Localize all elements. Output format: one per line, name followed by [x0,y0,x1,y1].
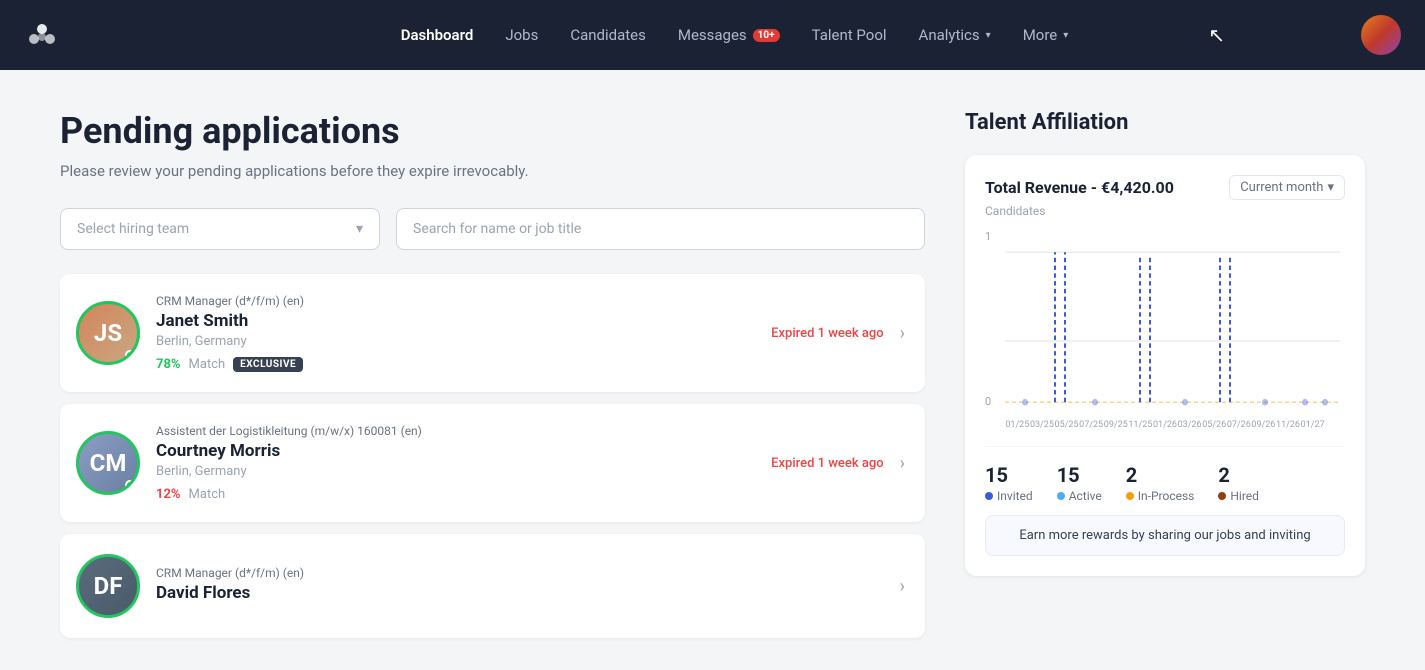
nav-jobs[interactable]: Jobs [505,26,538,44]
candidate-avatar-0: JS [76,301,140,365]
stat-invited: 15 Invited [985,463,1033,503]
stat-active-value: 15 [1057,463,1102,487]
card-chevron-icon-1[interactable]: › [900,453,905,474]
candidate-avatar-2: DF [76,554,140,618]
chart-x-labels: 01/25 03/25 05/25 07/25 09/25 11/25 01/2… [985,420,1345,430]
nav-candidates[interactable]: Candidates [570,26,646,44]
period-chevron-icon: ▾ [1327,180,1334,195]
chart-y-min: 0 [985,395,991,408]
app-status-1: Expired 1 week ago [771,456,883,471]
page-title: Pending applications [60,110,925,152]
invited-dot [985,492,993,500]
messages-badge: 10+ [753,29,780,42]
select-chevron-icon: ▾ [356,221,363,237]
candidate-card-1[interactable]: CM Assistent der Logistikleitung (m/w/x)… [60,404,925,522]
stat-inprocess-value: 2 [1126,463,1195,487]
candidate-card-2[interactable]: DF CRM Manager (d*/f/m) (en) David Flore… [60,534,925,638]
left-content: Pending applications Please review your … [60,110,925,650]
page-subtitle: Please review your pending applications … [60,162,925,180]
nav-links: Dashboard Jobs Candidates Messages 10+ T… [108,26,1361,44]
candidate-name-1: Courtney Morris [156,441,755,461]
status-row-0: Expired 1 week ago › [771,323,905,344]
job-title-2: CRM Manager (d*/f/m) (en) [156,566,884,580]
hiring-team-select[interactable]: Select hiring team ▾ [60,208,380,250]
search-input[interactable]: Search for name or job title [396,208,925,250]
hired-dot [1218,492,1226,500]
candidate-location-1: Berlin, Germany [156,464,755,479]
analytics-chevron-icon: ▾ [986,30,991,41]
app-info-2: CRM Manager (d*/f/m) (en) David Flores [156,566,884,606]
nav-talent-pool[interactable]: Talent Pool [812,26,887,44]
total-revenue-label: Total Revenue - €4,420.00 [985,178,1174,197]
main-container: Pending applications Please review your … [0,70,1425,670]
candidate-name-2: David Flores [156,583,884,603]
job-title-0: CRM Manager (d*/f/m) (en) [156,294,755,308]
match-pct-0: 78% [156,357,181,372]
nav-analytics[interactable]: Analytics ▾ [919,26,991,44]
chart-svg [985,230,1345,430]
stat-active-label: Active [1057,489,1102,503]
candidates-label: Candidates [985,204,1345,218]
stat-hired-label: Hired [1218,489,1259,503]
app-info-0: CRM Manager (d*/f/m) (en) Janet Smith Be… [156,294,755,372]
match-label-1: Match [189,487,226,502]
match-pct-1: 12% [156,487,181,502]
affiliation-header: Total Revenue - €4,420.00 Current month … [985,175,1345,200]
cursor-indicator: ↖ [1208,23,1225,47]
nav-more[interactable]: More ▾ [1023,26,1069,44]
candidate-avatar-1: CM [76,431,140,495]
stat-hired-value: 2 [1218,463,1259,487]
app-info-1: Assistent der Logistikleitung (m/w/x) 16… [156,424,755,502]
stat-invited-value: 15 [985,463,1033,487]
more-chevron-icon: ▾ [1063,30,1068,41]
stat-invited-label: Invited [985,489,1033,503]
period-label: Current month [1240,180,1323,195]
card-chevron-icon-2[interactable]: › [900,576,905,597]
online-dot-1 [125,480,135,490]
chart-area: 1 0 [985,230,1345,430]
brand-logo[interactable] [24,17,60,53]
inprocess-dot [1126,492,1134,500]
stat-active: 15 Active [1057,463,1102,503]
nav-dashboard[interactable]: Dashboard [401,26,474,44]
active-dot [1057,492,1065,500]
candidate-name-0: Janet Smith [156,311,755,331]
chart-y-max: 1 [985,230,991,243]
search-placeholder: Search for name or job title [413,221,581,237]
match-row-1: 12% Match [156,487,755,502]
navbar: Dashboard Jobs Candidates Messages 10+ T… [0,0,1425,70]
panel-title: Talent Affiliation [965,110,1365,135]
navbar-right: ↖ [1361,15,1401,55]
period-selector[interactable]: Current month ▾ [1229,175,1345,200]
stats-row: 15 Invited 15 Active 2 [985,446,1345,503]
user-avatar[interactable] [1361,15,1401,55]
earn-more-banner: Earn more rewards by sharing our jobs an… [985,515,1345,556]
stat-inprocess-label: In-Process [1126,489,1195,503]
candidate-location-0: Berlin, Germany [156,334,755,349]
card-chevron-icon-0[interactable]: › [900,323,905,344]
status-row-1: Expired 1 week ago › [771,453,905,474]
right-panel: Talent Affiliation Total Revenue - €4,42… [965,110,1365,650]
job-title-1: Assistent der Logistikleitung (m/w/x) 16… [156,424,755,438]
exclusive-tag-0: EXCLUSIVE [233,357,303,372]
hiring-team-placeholder: Select hiring team [77,221,189,237]
status-row-2: › [900,576,905,597]
candidate-card-0[interactable]: JS CRM Manager (d*/f/m) (en) Janet Smith… [60,274,925,392]
stat-inprocess: 2 In-Process [1126,463,1195,503]
stat-hired: 2 Hired [1218,463,1259,503]
app-status-0: Expired 1 week ago [771,326,883,341]
match-row-0: 78% Match EXCLUSIVE [156,357,755,372]
online-dot [125,350,135,360]
filter-row: Select hiring team ▾ Search for name or … [60,208,925,250]
affiliation-card: Total Revenue - €4,420.00 Current month … [965,155,1365,576]
match-label-0: Match [189,357,226,372]
nav-messages[interactable]: Messages 10+ [678,26,780,44]
